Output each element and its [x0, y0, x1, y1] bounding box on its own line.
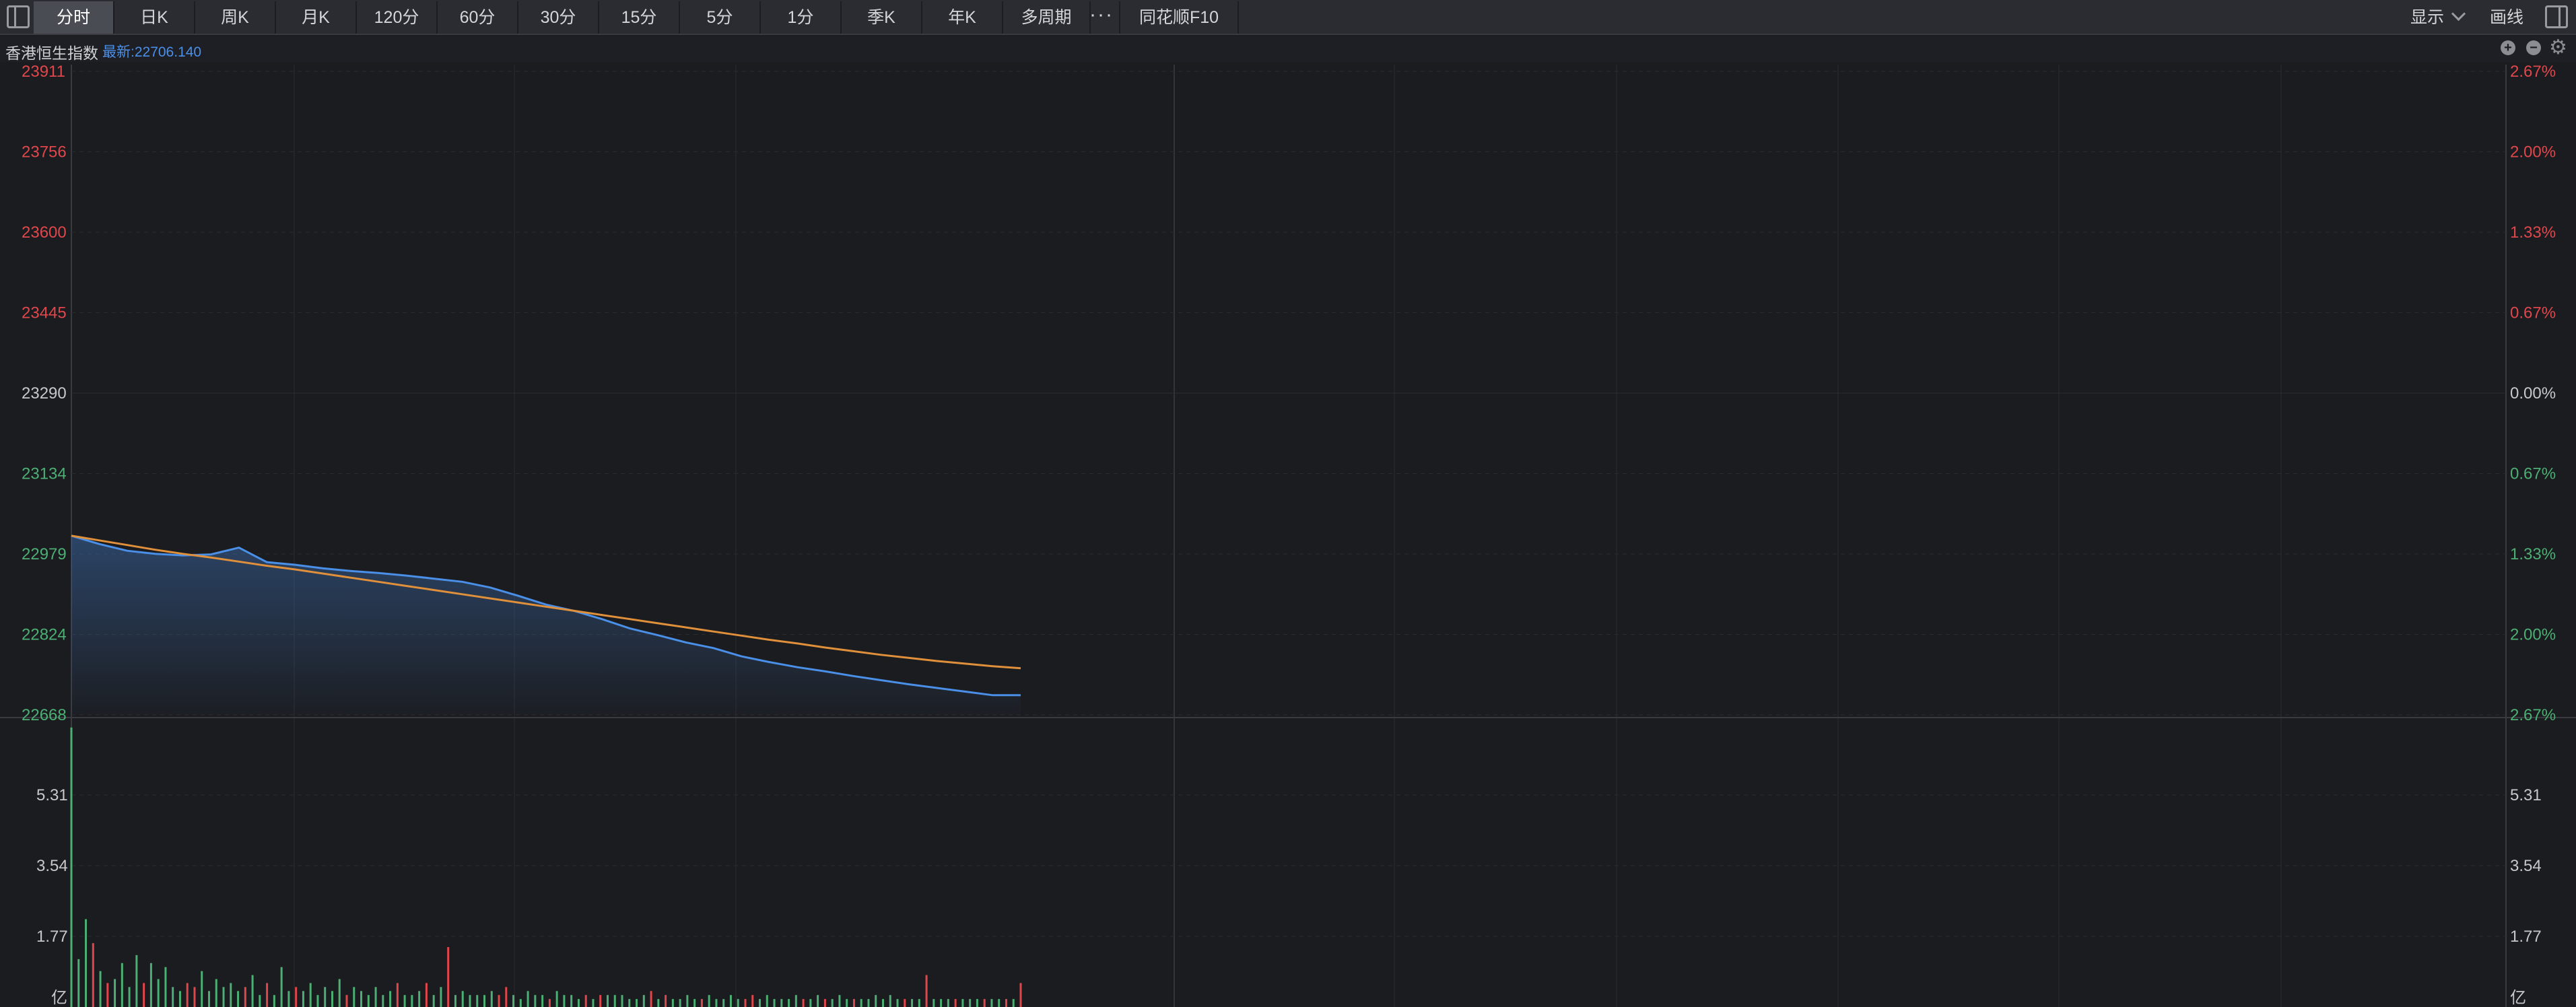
volume-tick-label: 1.77 [36, 928, 68, 946]
percent-tick-label: 2.00% [2510, 626, 2556, 644]
percent-tick-label: 0.67% [2510, 304, 2556, 322]
volume-tick-label: 5.31 [2510, 786, 2542, 804]
price-axis: 23911 23756 23600 23445 23290 23134 22979 22824… [22, 63, 67, 724]
percent-tick-label: 1.33% [2510, 545, 2556, 563]
price-tick-label: 22979 [22, 545, 67, 563]
percent-tick-label: 2.67% [2510, 706, 2556, 724]
percent-tick-label: 2.67% [2510, 63, 2556, 81]
volume-tick-label: 5.31 [36, 786, 68, 804]
price-tick-label: 22824 [22, 626, 67, 644]
price-lines [71, 534, 1021, 715]
percent-tick-label: 2.00% [2510, 143, 2556, 162]
volume-unit-label: 亿 [51, 989, 67, 1007]
percent-tick-label: 0.00% [2510, 384, 2556, 403]
volume-tick-label: 3.54 [36, 857, 68, 875]
price-area-fill [71, 535, 1021, 715]
chart-grid [0, 65, 2576, 1007]
percent-axis: 2.67% 2.00% 1.33% 0.67% 0.00% 0.67% 1.33% 2.00%… [2510, 63, 2556, 724]
percent-tick-label: 1.33% [2510, 223, 2556, 242]
price-tick-label: 23290 [22, 384, 67, 403]
volume-bars [70, 727, 1022, 1007]
volume-unit-label: 亿 [2510, 989, 2526, 1007]
volume-axis: 5.31 5.31 3.54 3.54 1.77 1.77 亿 亿 [36, 786, 2542, 1007]
price-tick-label: 23134 [22, 465, 67, 483]
price-tick-label: 23445 [22, 304, 67, 322]
price-tick-label: 23756 [22, 143, 67, 162]
percent-tick-label: 0.67% [2510, 465, 2556, 483]
volume-tick-label: 1.77 [2510, 928, 2542, 946]
volume-tick-label: 3.54 [2510, 857, 2542, 875]
price-tick-label: 22668 [22, 706, 67, 724]
price-tick-label: 23911 [22, 63, 65, 81]
price-tick-label: 23600 [22, 223, 67, 242]
intraday-chart[interactable]: 23911 23756 23600 23445 23290 23134 22979 22824… [0, 0, 2576, 1007]
